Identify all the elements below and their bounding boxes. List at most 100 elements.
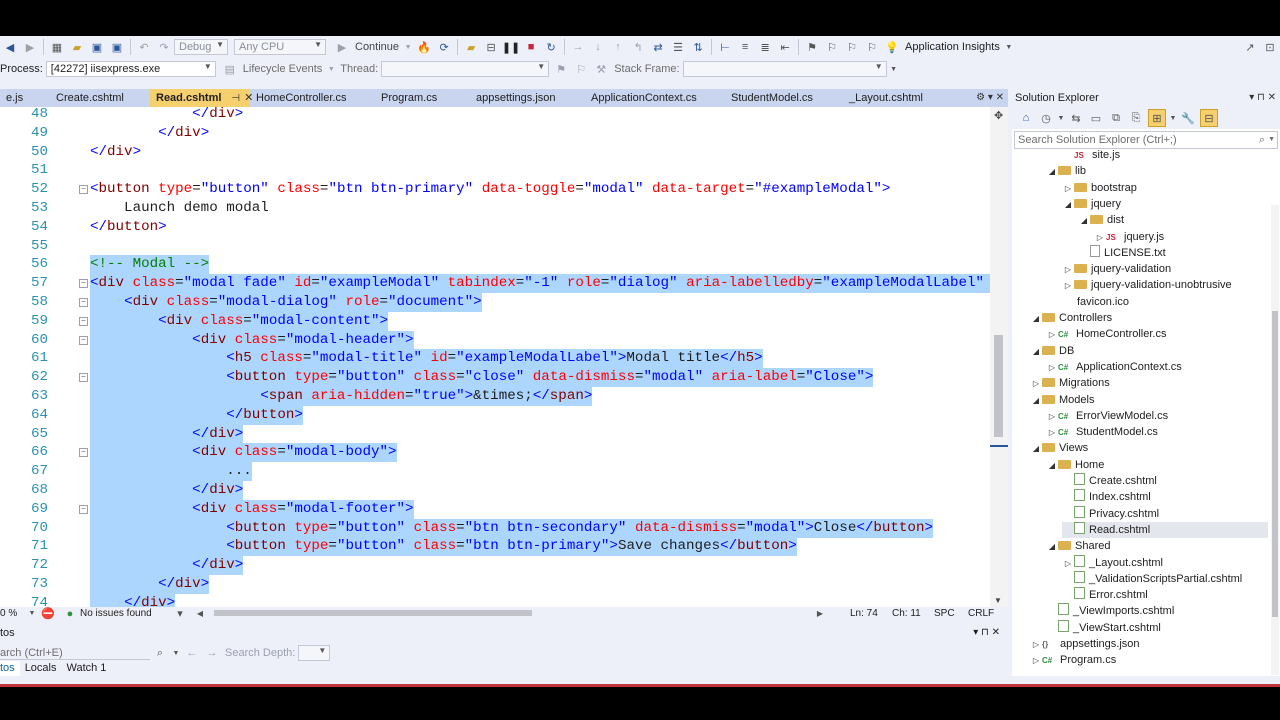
document-tab[interactable]: appsettings.json [470,89,585,107]
autos-search-input[interactable]: arch (Ctrl+E) [0,647,150,660]
expand-arrow-icon[interactable]: ▷ [1062,556,1074,572]
document-tab[interactable]: HomeController.cs [250,89,375,107]
code-line[interactable]: 52 − <button type="button" class="btn btn-… [0,180,990,199]
forward-icon[interactable]: ▶ [22,39,38,55]
code-line[interactable]: 58 − <div class="modal-dialog" role="docu… [0,293,990,312]
collapse-arrow-icon[interactable]: ◢ [1078,213,1090,229]
chevron-down-icon[interactable]: ▼ [1268,132,1275,148]
stack-frame-select[interactable]: ▼ [682,61,887,77]
code-editor[interactable]: 48 </div> 49 </div> 50 </div> 51 52− <button t… [0,107,1008,607]
horizontal-scrollbar-thumb[interactable] [214,610,532,616]
chevron-down-icon[interactable]: ▼ [28,606,36,622]
tree-item[interactable]: ◢ Home [1046,457,1268,473]
restart-icon[interactable]: ↻ [543,39,559,55]
bookmark-icon[interactable]: ⚑ [804,39,820,55]
tree-item[interactable]: ▷ bootstrap [1062,180,1268,196]
save-icon[interactable]: ▣ [89,39,105,55]
tree-item[interactable]: ▷ jquery-validation-unobtrusive [1062,277,1268,293]
tree-item[interactable]: ◢ Shared [1046,538,1268,554]
collapse-arrow-icon[interactable]: ◢ [1030,311,1042,327]
tree-item[interactable]: _ViewImports.cshtml [1046,603,1268,619]
code-line[interactable]: 51 [0,161,990,180]
scrollbar-thumb[interactable] [1272,311,1278,617]
search-icon[interactable]: ⌕ [1259,132,1265,148]
collapse-icon[interactable]: − [79,335,88,345]
stop-icon[interactable]: ■ [523,39,539,55]
panel-controls-icon[interactable]: ▾ ⊓ ✕ [1249,89,1276,107]
application-insights-button[interactable]: Application Insights [902,41,1003,53]
sync-icon[interactable]: ⇆ [1068,110,1084,126]
chevron-down-icon[interactable]: ▼ [1170,110,1177,126]
properties-icon[interactable]: 🔧 [1180,110,1196,126]
step-into-icon[interactable]: ⊟ [483,39,499,55]
outdent-icon[interactable]: ⇤ [777,39,793,55]
expand-arrow-icon[interactable]: ▷ [1062,278,1074,294]
expand-arrow-icon[interactable]: ▷ [1030,637,1042,653]
scrollbar-thumb[interactable] [994,335,1003,437]
document-tab[interactable]: e.js [0,89,50,107]
document-tab[interactable]: _Layout.cshtml [843,89,963,107]
tree-item[interactable]: ▷ C# HomeController.cs [1046,326,1268,342]
search-depth-select[interactable]: ▼ [298,645,331,661]
step-back-icon[interactable]: ↰ [630,39,646,55]
horizontal-scrollbar[interactable] [210,607,810,620]
browser-link-icon[interactable]: ▰ [463,39,479,55]
code-line[interactable]: 55 [0,237,990,256]
undo-icon[interactable]: ↶ [136,39,152,55]
tree-item[interactable]: ◢ Views [1030,440,1268,456]
collapse-arrow-icon[interactable]: ◢ [1046,458,1058,474]
flag-thread-icon[interactable]: ⚑ [553,61,569,77]
collapse-icon[interactable]: − [79,448,88,458]
document-tab[interactable]: StudentModel.cs [725,89,843,107]
show-all-files-icon[interactable]: ⎘ [1128,110,1144,126]
issues-status[interactable]: No issues found [80,608,170,619]
expand-arrow-icon[interactable]: ▷ [1030,653,1042,669]
pending-changes-icon[interactable]: ⊟ [1200,109,1218,127]
chevron-down-icon[interactable]: ▼ [404,39,412,55]
lifecycle-events-button[interactable]: Lifecycle Events [240,63,325,75]
uncomment-icon[interactable]: ≣ [757,39,773,55]
lifecycle-icon[interactable]: ▤ [222,61,238,77]
breakpoint-icon[interactable]: ☰ [670,39,686,55]
code-line[interactable]: 67 ... [0,462,990,482]
home-icon[interactable]: ⌂ [1018,110,1034,126]
expand-arrow-icon[interactable]: ▷ [1046,409,1058,425]
chevron-down-icon[interactable]: ▼ [327,61,335,77]
code-line[interactable]: 48 </div> [0,107,990,124]
history-icon[interactable]: ◷ [1038,110,1054,126]
line-indicator[interactable]: Ln: 74 [850,608,892,619]
code-line[interactable]: 50 </div> [0,143,990,162]
tab-locals[interactable]: Locals [20,661,62,676]
collapse-arrow-icon[interactable]: ◢ [1030,344,1042,360]
tree-item[interactable]: ▷{} appsettings.json [1030,636,1268,652]
code-line[interactable]: 74 </div> [0,593,990,607]
play-icon[interactable]: ▶ [334,39,350,55]
prev-bookmark-icon[interactable]: ⚐ [844,39,860,55]
tree-item[interactable]: Create.cshtml [1062,473,1268,489]
expand-arrow-icon[interactable]: ▷ [1062,262,1074,278]
code-line[interactable]: 71 <button type="button" class="btn btn-… [0,537,990,557]
process-select[interactable]: [42272] iisexpress.exe ▼ [45,61,216,77]
expand-arrow-icon[interactable]: ▷ [1046,425,1058,441]
collapse-arrow-icon[interactable]: ◢ [1046,164,1058,180]
search-icon[interactable]: ⌕ [152,645,168,661]
code-line[interactable]: 69 − <div class="modal-footer"> [0,499,990,519]
tree-item[interactable]: ◢ DB [1030,343,1268,359]
tree-item[interactable]: Privacy.cshtml [1062,505,1268,522]
redo-icon[interactable]: ↷ [156,39,172,55]
tree-item[interactable]: ▷ Migrations [1030,375,1268,391]
pause-icon[interactable]: ❚❚ [502,39,520,55]
format-icon[interactable]: ⇅ [690,39,706,55]
code-line[interactable]: 66 − <div class="modal-body"> [0,443,990,463]
toolbar-overflow-icon[interactable]: ▼ [889,61,899,77]
code-line[interactable]: 64 </button> [0,405,990,425]
solution-configuration-select[interactable]: Debug ▼ [174,39,228,55]
document-tab[interactable]: ApplicationContext.cs [585,89,725,107]
scroll-left-icon[interactable]: ◀ [192,606,208,622]
collapse-icon[interactable]: − [79,298,88,307]
code-line[interactable]: 65 </div> [0,424,990,444]
collapse-icon[interactable]: − [79,316,88,326]
show-next-statement-icon[interactable]: → [570,39,586,55]
code-line[interactable]: 70 <button type="button" class="btn btn-… [0,518,990,538]
lightbulb-icon[interactable]: 💡 [884,39,900,55]
